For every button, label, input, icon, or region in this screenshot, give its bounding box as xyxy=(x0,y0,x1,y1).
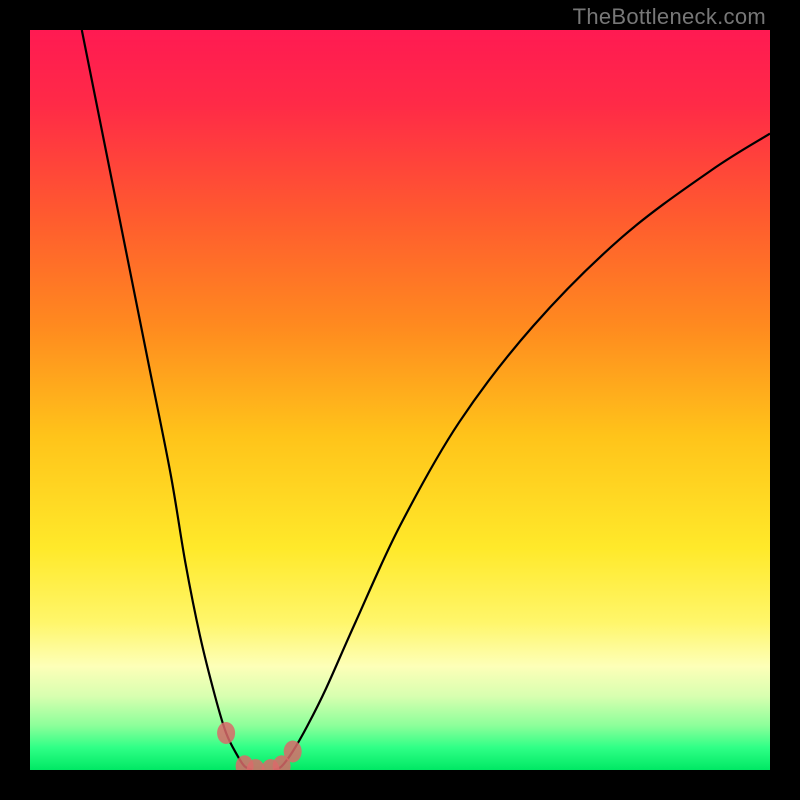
chart-svg xyxy=(30,30,770,770)
curve-left-branch xyxy=(82,30,252,770)
watermark-text: TheBottleneck.com xyxy=(573,4,766,30)
curve-right-branch xyxy=(274,134,770,770)
curve-marker xyxy=(217,722,235,744)
curve-marker xyxy=(284,741,302,763)
curve-markers xyxy=(217,722,302,770)
plot-area xyxy=(30,30,770,770)
